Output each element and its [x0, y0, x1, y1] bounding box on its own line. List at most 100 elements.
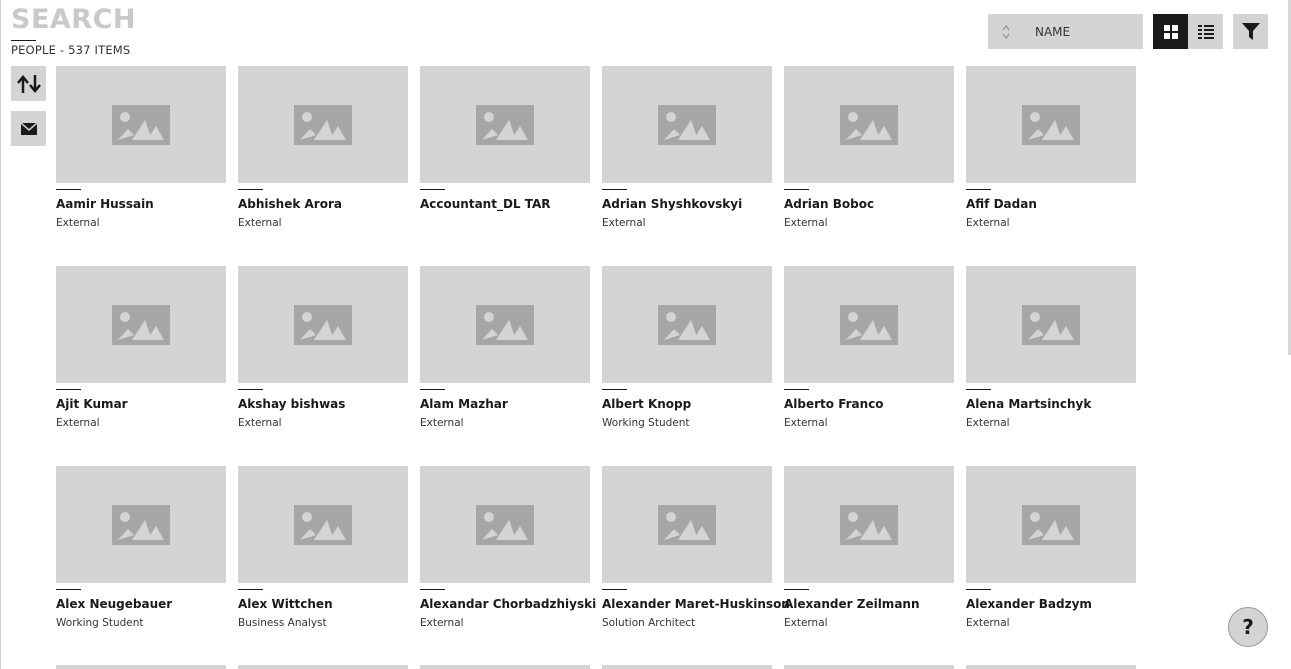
card-divider [602, 389, 627, 390]
person-card[interactable]: Alam Mazhar External [420, 266, 590, 436]
person-name[interactable]: Accountant_DL TAR [420, 197, 551, 211]
person-card[interactable]: Adrian Boboc External [784, 66, 954, 236]
person-name[interactable]: Alexandar Chorbadzhiyski [420, 597, 596, 611]
person-role: External [420, 417, 464, 429]
image-placeholder-icon [112, 504, 170, 545]
person-role: External [238, 417, 282, 429]
person-card[interactable]: Abhishek Arora External [238, 66, 408, 236]
sort-label: NAME [1035, 24, 1071, 39]
image-placeholder-icon [294, 304, 352, 345]
person-card[interactable]: Alexandar Chorbadzhiyski External [420, 466, 596, 636]
person-photo[interactable] [238, 266, 408, 383]
person-card[interactable]: Albert Knopp Working Student [602, 266, 772, 436]
card-thumbnail-partial [56, 665, 226, 669]
image-placeholder-icon [112, 104, 170, 145]
image-placeholder-icon [1022, 304, 1080, 345]
card-thumbnail-partial [602, 665, 772, 669]
person-card[interactable]: Alexander Badzym External [966, 466, 1136, 636]
person-photo[interactable] [238, 466, 408, 583]
card-divider [784, 589, 809, 590]
grid-view-button[interactable] [1153, 14, 1188, 49]
person-name[interactable]: Alexander Badzym [966, 597, 1092, 611]
person-photo[interactable] [238, 66, 408, 183]
help-button[interactable]: ? [1228, 607, 1268, 647]
card-divider [784, 189, 809, 190]
card-divider [602, 589, 627, 590]
person-role: External [966, 417, 1010, 429]
card-divider [238, 589, 263, 590]
person-card[interactable]: Alberto Franco External [784, 266, 954, 436]
card-divider [420, 189, 445, 190]
image-placeholder-icon [840, 504, 898, 545]
image-placeholder-icon [658, 104, 716, 145]
card-divider [784, 389, 809, 390]
person-name[interactable]: Alexander Maret-Huskinson [602, 597, 790, 611]
grid-view-icon [1163, 24, 1178, 39]
person-photo[interactable] [784, 66, 954, 183]
person-name[interactable]: Alberto Franco [784, 397, 884, 411]
person-name[interactable]: Adrian Shyshkovskyi [602, 197, 742, 211]
image-placeholder-icon [1022, 504, 1080, 545]
person-card[interactable]: Alena Martsinchyk External [966, 266, 1136, 436]
person-card[interactable]: Aamir Hussain External [56, 66, 226, 236]
person-name[interactable]: Abhishek Arora [238, 197, 342, 211]
person-photo[interactable] [966, 466, 1136, 583]
card-divider [56, 589, 81, 590]
person-card[interactable]: Alexander Maret-Huskinson Solution Archit… [602, 466, 790, 636]
person-card[interactable]: Alex Wittchen Business Analyst [238, 466, 408, 636]
result-count: PEOPLE - 537 ITEMS [11, 43, 131, 57]
image-placeholder-icon [112, 304, 170, 345]
person-name[interactable]: Alena Martsinchyk [966, 397, 1091, 411]
person-role: Business Analyst [238, 617, 327, 629]
sort-dropdown[interactable]: NAME [988, 14, 1143, 49]
person-card[interactable]: Adrian Shyshkovskyi External [602, 66, 772, 236]
mail-icon [20, 122, 37, 135]
person-name[interactable]: Afif Dadan [966, 197, 1037, 211]
card-divider [966, 589, 991, 590]
person-photo[interactable] [602, 66, 772, 183]
person-card[interactable]: Alexander Zeilmann External [784, 466, 954, 636]
filter-button[interactable] [1233, 14, 1268, 49]
person-name[interactable]: Aamir Hussain [56, 197, 154, 211]
person-role: Solution Architect [602, 617, 696, 629]
person-photo[interactable] [784, 466, 954, 583]
person-photo[interactable] [966, 66, 1136, 183]
person-name[interactable]: Ajit Kumar [56, 397, 128, 411]
person-photo[interactable] [56, 266, 226, 383]
sort-toggle-button[interactable] [11, 66, 46, 101]
image-placeholder-icon [840, 304, 898, 345]
card-thumbnail-partial [966, 665, 1136, 669]
person-card[interactable]: Ajit Kumar External [56, 266, 226, 436]
person-photo[interactable] [966, 266, 1136, 383]
page-title: SEARCH [11, 4, 136, 35]
person-name[interactable]: Alex Wittchen [238, 597, 333, 611]
mail-button[interactable] [11, 111, 46, 146]
person-role: External [784, 617, 828, 629]
person-photo[interactable] [602, 466, 772, 583]
person-photo[interactable] [784, 266, 954, 383]
person-photo[interactable] [420, 266, 590, 383]
person-card[interactable]: Accountant_DL TAR [420, 66, 590, 236]
person-card[interactable]: Alex Neugebauer Working Student [56, 466, 226, 636]
person-role: Working Student [602, 417, 690, 429]
image-placeholder-icon [476, 504, 534, 545]
left-border [0, 0, 1, 669]
card-divider [420, 389, 445, 390]
person-photo[interactable] [420, 466, 590, 583]
person-name[interactable]: Adrian Boboc [784, 197, 874, 211]
list-view-button[interactable] [1188, 14, 1223, 49]
person-card[interactable]: Akshay bishwas External [238, 266, 408, 436]
person-photo[interactable] [420, 66, 590, 183]
person-name[interactable]: Albert Knopp [602, 397, 691, 411]
person-name[interactable]: Alexander Zeilmann [784, 597, 920, 611]
card-thumbnail-partial [784, 665, 954, 669]
image-placeholder-icon [1022, 104, 1080, 145]
person-name[interactable]: Alam Mazhar [420, 397, 508, 411]
person-photo[interactable] [602, 266, 772, 383]
person-photo[interactable] [56, 466, 226, 583]
person-photo[interactable] [56, 66, 226, 183]
person-name[interactable]: Alex Neugebauer [56, 597, 172, 611]
person-name[interactable]: Akshay bishwas [238, 397, 345, 411]
list-view-icon [1197, 24, 1214, 39]
person-card[interactable]: Afif Dadan External [966, 66, 1136, 236]
